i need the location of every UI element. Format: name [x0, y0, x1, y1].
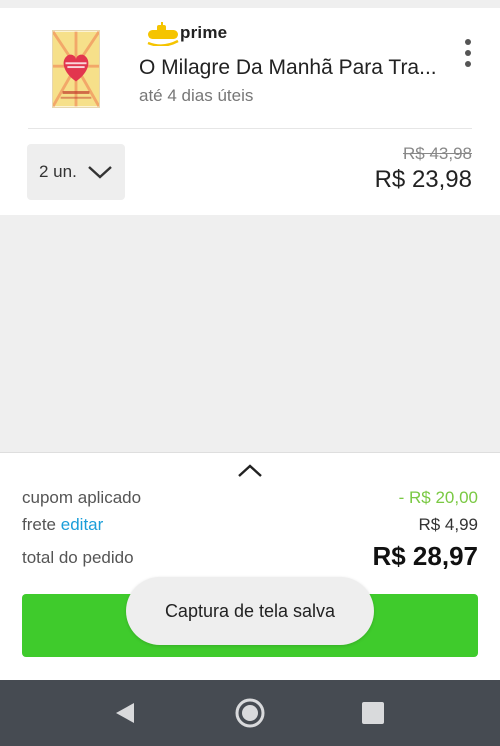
- coupon-label: cupom aplicado: [22, 488, 142, 507]
- system-navigation-bar: [0, 680, 500, 746]
- original-price: R$ 43,98: [403, 144, 472, 163]
- shipping-label: frete: [22, 515, 57, 534]
- prime-badge: prime: [146, 22, 266, 58]
- chevron-down-icon: [88, 166, 112, 179]
- coupon-value: - R$ 20,00: [398, 488, 478, 507]
- more-options-button[interactable]: [459, 36, 477, 70]
- toast-notification: Captura de tela salva: [126, 577, 374, 645]
- chevron-up-icon[interactable]: [236, 461, 264, 479]
- recent-apps-icon[interactable]: [362, 702, 384, 724]
- toast-text: Captura de tela salva: [164, 600, 336, 621]
- current-price: R$ 23,98: [374, 166, 472, 193]
- cart-item-card: prime O Milagre Da Manhã Para Tra... até…: [0, 8, 500, 215]
- prime-label: prime: [180, 23, 228, 42]
- delivery-estimate: até 4 dias úteis: [139, 86, 254, 105]
- more-vert-icon: [465, 39, 471, 45]
- quantity-value: 2 un.: [39, 162, 77, 181]
- quantity-select[interactable]: 2 un.: [27, 144, 125, 200]
- total-value: R$ 28,97: [372, 541, 478, 571]
- status-strip: [0, 0, 500, 8]
- prime-submarine-icon: [147, 22, 179, 46]
- shipping-value: R$ 4,99: [418, 515, 478, 534]
- shipping-row: frete editar: [22, 515, 103, 535]
- order-summary-panel: cupom aplicado - R$ 20,00 frete editar R…: [0, 452, 500, 680]
- product-title[interactable]: O Milagre Da Manhã Para Tra...: [139, 56, 437, 80]
- edit-shipping-link[interactable]: editar: [61, 515, 104, 534]
- total-label: total do pedido: [22, 548, 134, 567]
- book-cover-image[interactable]: [52, 30, 100, 108]
- divider: [28, 128, 472, 129]
- back-icon[interactable]: [114, 701, 136, 725]
- home-icon[interactable]: [234, 697, 266, 729]
